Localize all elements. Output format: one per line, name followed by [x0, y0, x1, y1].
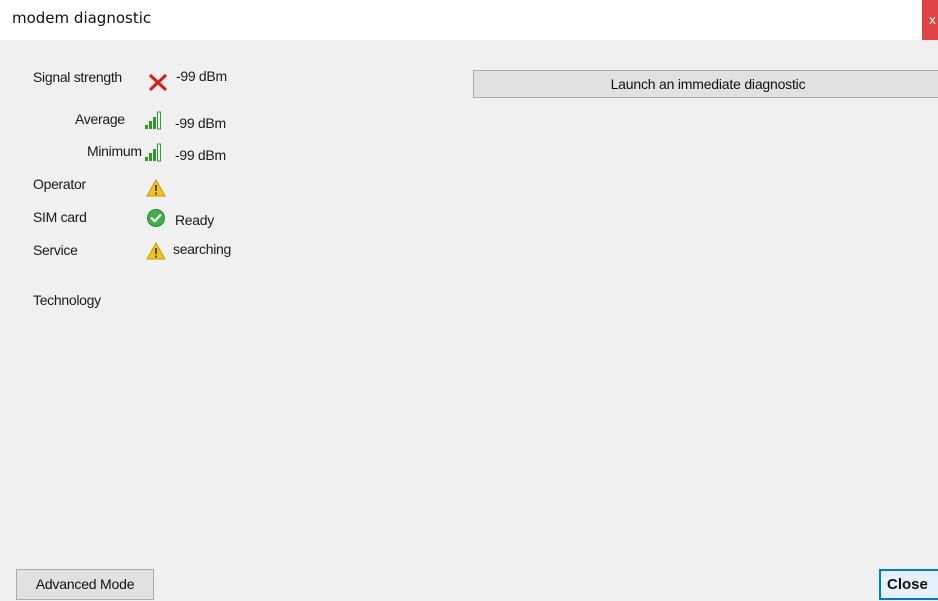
- minimum-value: -99 dBm: [175, 147, 226, 163]
- service-label: Service: [33, 242, 78, 258]
- title-bar: modem diagnostic x: [0, 0, 938, 40]
- service-value: searching: [173, 241, 232, 257]
- window-close-button[interactable]: x: [922, 0, 938, 40]
- dialog-body: Signal strength -99 dBm Average -99 dBm …: [0, 40, 938, 601]
- check-icon: [146, 208, 166, 228]
- signal-bars-icon: [144, 142, 164, 162]
- advanced-mode-button[interactable]: Advanced Mode: [16, 569, 154, 600]
- technology-label: Technology: [33, 292, 101, 308]
- signal-bars-icon: [144, 110, 164, 130]
- operator-label: Operator: [33, 176, 86, 192]
- error-x-icon: [148, 72, 168, 92]
- signal-strength-label: Signal strength: [33, 69, 122, 85]
- warning-icon: [146, 178, 166, 198]
- minimum-label: Minimum: [87, 143, 142, 159]
- average-value: -99 dBm: [175, 115, 226, 131]
- launch-diagnostic-button[interactable]: Launch an immediate diagnostic: [473, 70, 938, 98]
- signal-strength-value: -99 dBm: [176, 68, 227, 84]
- window-title: modem diagnostic: [12, 9, 152, 27]
- sim-card-value: Ready: [175, 212, 214, 228]
- sim-card-label: SIM card: [33, 209, 87, 225]
- close-button[interactable]: Close: [879, 569, 938, 600]
- warning-icon: [146, 241, 166, 261]
- average-label: Average: [75, 111, 125, 127]
